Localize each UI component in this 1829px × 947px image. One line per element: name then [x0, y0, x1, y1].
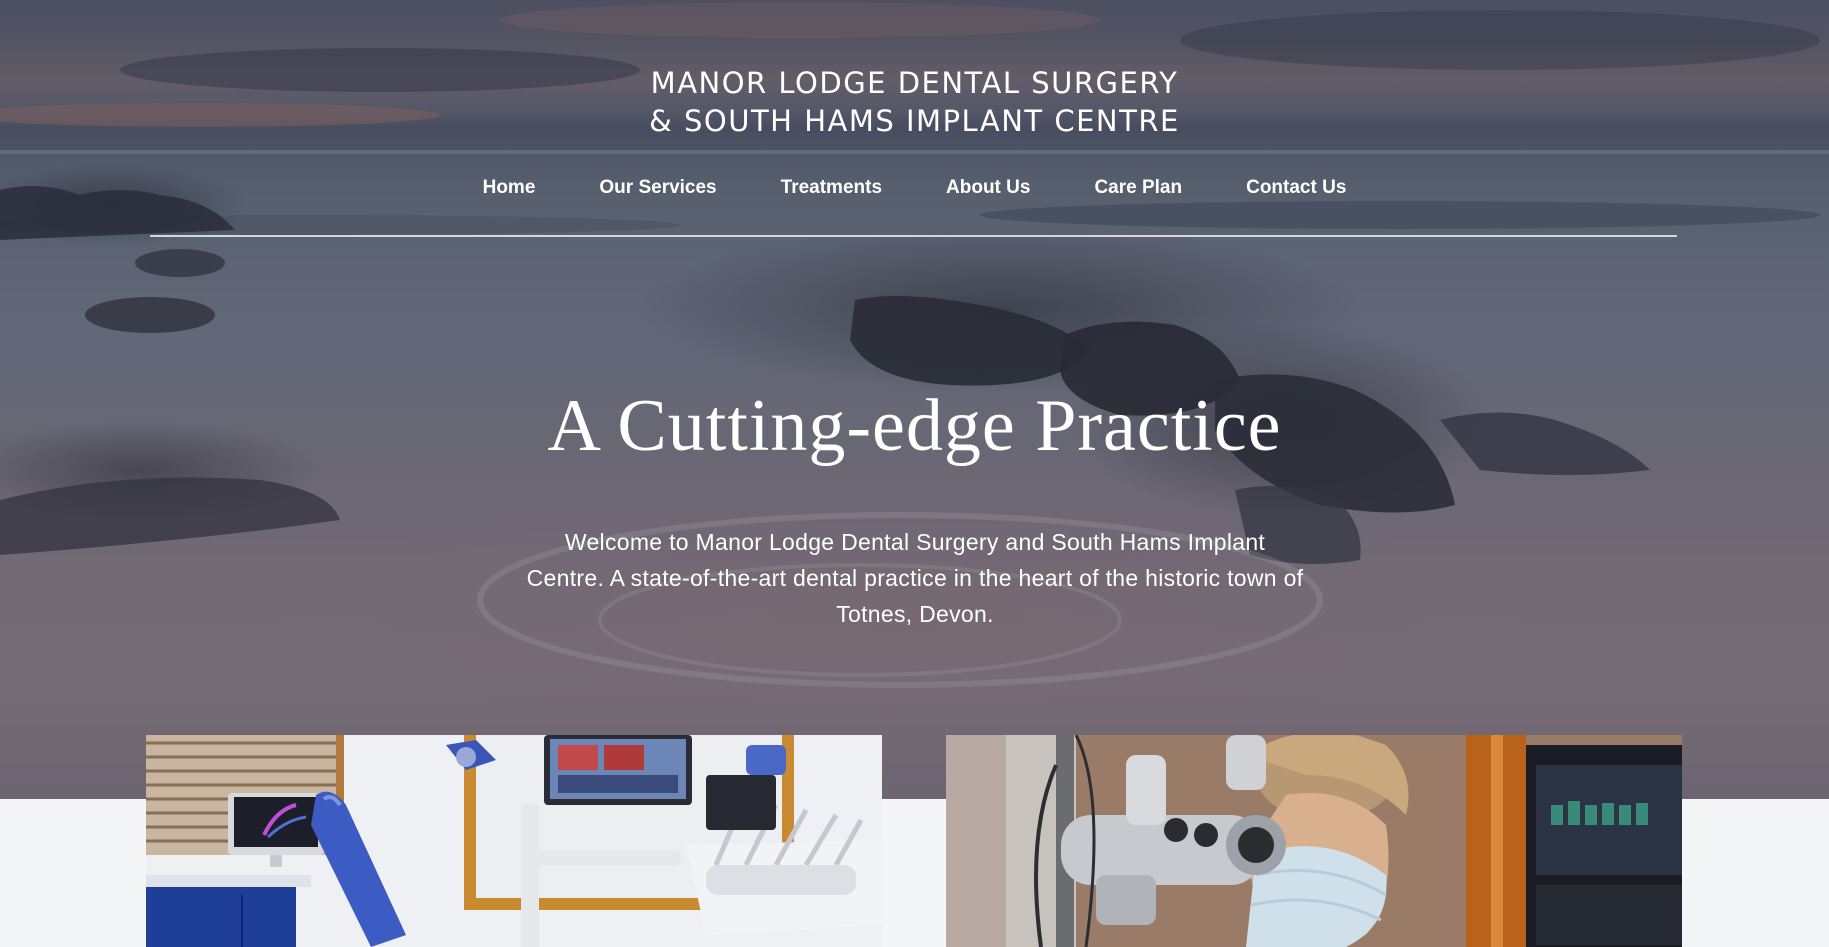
nav-our-services[interactable]: Our Services [599, 174, 716, 202]
nav-treatments[interactable]: Treatments [781, 174, 882, 202]
nav-contact-us[interactable]: Contact Us [1246, 174, 1346, 202]
nav-home[interactable]: Home [483, 174, 536, 202]
site-logo[interactable]: MANOR LODGE DENTAL SURGERY & SOUTH HAMS … [0, 64, 1829, 140]
dentist-microscope-image[interactable] [946, 735, 1682, 947]
surgery-room-illustration [146, 735, 882, 947]
nav-care-plan[interactable]: Care Plan [1094, 174, 1182, 202]
hero-intro-text: Welcome to Manor Lodge Dental Surgery an… [526, 529, 1304, 627]
nav-about-us[interactable]: About Us [946, 174, 1030, 202]
dentist-microscope-illustration [946, 735, 1682, 947]
logo-line-2: & SOUTH HAMS IMPLANT CENTRE [649, 104, 1180, 138]
logo-line-1: MANOR LODGE DENTAL SURGERY [650, 66, 1179, 100]
hero-title: A Cutting-edge Practice [547, 385, 1282, 467]
nav-divider [150, 235, 1677, 237]
hero-background: MANOR LODGE DENTAL SURGERY & SOUTH HAMS … [0, 0, 1829, 799]
surgery-room-image[interactable] [146, 735, 882, 947]
main-navigation: Home Our Services Treatments About Us Ca… [0, 174, 1829, 202]
